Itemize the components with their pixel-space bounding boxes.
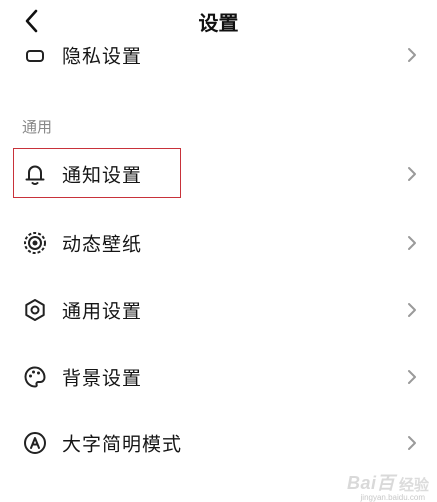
list-item-general-settings[interactable]: 通用设置 — [0, 285, 437, 335]
privacy-icon — [22, 42, 48, 68]
gear-icon — [22, 297, 48, 323]
chevron-right-icon — [408, 303, 416, 317]
large-font-icon — [22, 430, 48, 456]
list-item-label: 大字简明模式 — [62, 433, 183, 456]
list-item-label: 背景设置 — [62, 367, 143, 390]
settings-page: 设置 隐私设置 通用 通知设置 动态壁纸 通用设置 背景设置 大字简明模式 Ba… — [0, 0, 437, 502]
live-wallpaper-icon — [22, 230, 48, 256]
palette-icon — [22, 364, 48, 390]
list-item-background-settings[interactable]: 背景设置 — [0, 352, 437, 402]
list-item-label: 隐私设置 — [62, 45, 143, 68]
watermark: Bai百 经验 — [347, 469, 429, 495]
chevron-right-icon — [408, 236, 416, 250]
chevron-right-icon — [408, 370, 416, 384]
list-item-label: 通用设置 — [62, 300, 143, 323]
list-item-label: 通知设置 — [62, 164, 143, 187]
chevron-right-icon — [408, 48, 416, 62]
chevron-right-icon — [408, 167, 416, 181]
watermark-sub: 经验 — [398, 476, 429, 494]
watermark-logo: Bai百 — [346, 473, 395, 493]
list-item-notifications[interactable]: 通知设置 — [0, 149, 437, 199]
chevron-right-icon — [408, 436, 416, 450]
bell-icon — [22, 161, 48, 187]
list-item-large-font-mode[interactable]: 大字简明模式 — [0, 418, 437, 468]
list-item-privacy[interactable]: 隐私设置 — [0, 30, 437, 80]
list-item-live-wallpaper[interactable]: 动态壁纸 — [0, 218, 437, 268]
list-item-label: 动态壁纸 — [62, 233, 143, 256]
section-header-general: 通用 — [22, 118, 53, 136]
